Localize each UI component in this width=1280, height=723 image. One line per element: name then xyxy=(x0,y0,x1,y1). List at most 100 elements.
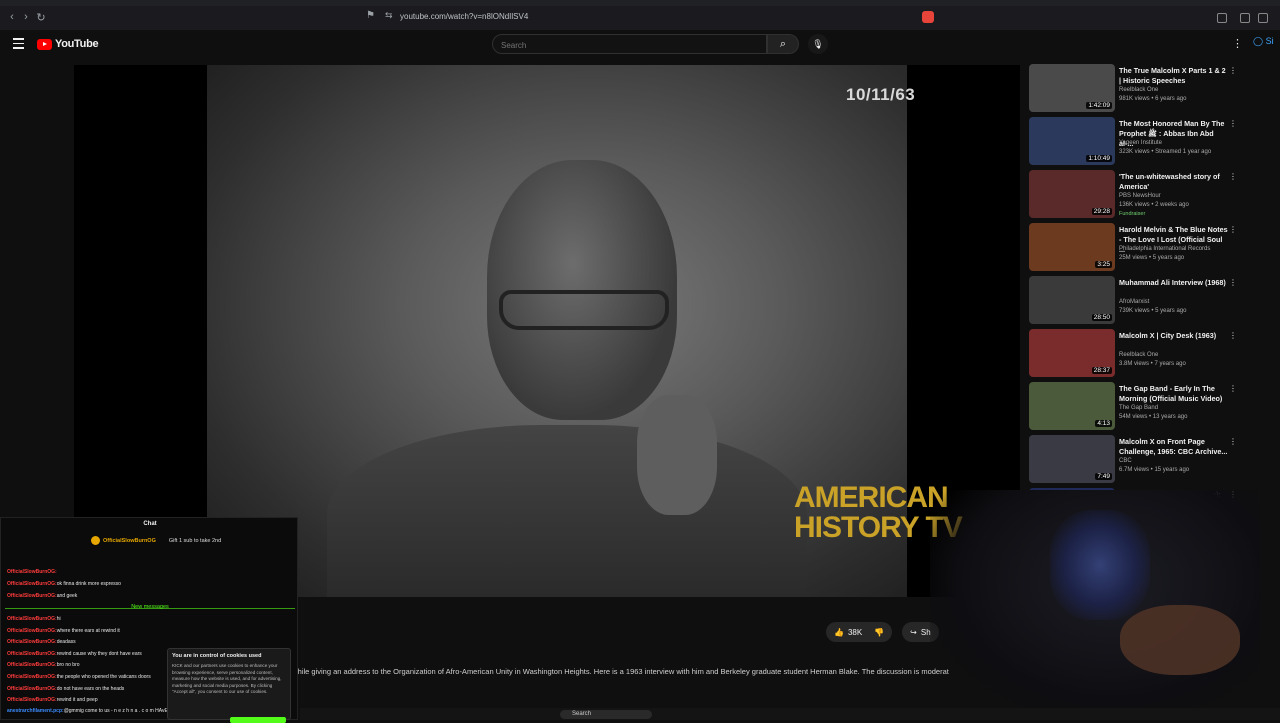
chat-username[interactable]: OfficialSlowBurnOG: xyxy=(7,569,57,575)
more-options-icon[interactable]: ⋮ xyxy=(1229,384,1237,393)
chat-username[interactable]: OfficialSlowBurnOG: xyxy=(7,581,57,587)
extension-icon[interactable] xyxy=(1217,13,1227,23)
more-options-icon[interactable]: ⋮ xyxy=(1229,119,1237,128)
recommendation-item[interactable]: 7:49 Malcolm X on Front Page Challenge, 1… xyxy=(1029,435,1244,488)
video-description[interactable]: d while giving an address to the Organiz… xyxy=(286,667,949,676)
reload-icon[interactable]: ↻ xyxy=(33,11,49,24)
chat-message: OfficialSlowBurnOG: xyxy=(7,569,57,575)
recommendation-item[interactable]: 29:28 'The un-whitewashed story of Americ… xyxy=(1029,170,1244,223)
new-messages-label[interactable]: New messages xyxy=(1,604,299,610)
video-thumbnail[interactable]: 3:25 xyxy=(1029,223,1115,271)
menu-icon[interactable] xyxy=(13,38,24,52)
more-options-icon[interactable]: ⋮ xyxy=(1229,278,1237,287)
chat-message: OfficialSlowBurnOG:ok finna drink more e… xyxy=(7,581,121,587)
more-options-icon[interactable]: ⋮ xyxy=(1229,66,1237,75)
recommendation-title[interactable]: Muhammad Ali Interview (1968) xyxy=(1119,278,1229,288)
thumbs-down-icon[interactable]: 👎 xyxy=(874,628,884,637)
chat-username[interactable]: OfficialSlowBurnOG: xyxy=(7,593,57,599)
taskbar-search[interactable]: Search xyxy=(560,710,652,719)
chat-username[interactable]: anestrarchfilament.pcp: xyxy=(7,708,64,714)
bookmark-icon[interactable]: ⚑ xyxy=(366,10,375,21)
os-taskbar: Search xyxy=(300,708,1280,720)
search-box[interactable] xyxy=(492,34,767,55)
recommendation-channel[interactable]: Reelblack One xyxy=(1119,87,1158,93)
chat-username[interactable]: OfficialSlowBurnOG: xyxy=(7,662,57,668)
chat-message: OfficialSlowBurnOG:deadass xyxy=(7,639,76,645)
signin-button[interactable]: ◯ Si xyxy=(1253,36,1274,47)
chat-message: anestrarchfilament.pcp:@gmmig come to us… xyxy=(7,708,168,714)
chat-text: ok finna drink more espresso xyxy=(56,581,121,587)
recommendation-item[interactable]: 1:10:49 The Most Honored Man By The Proph… xyxy=(1029,117,1244,170)
chat-text: where there ears at rewind it xyxy=(56,628,120,634)
site-info-icon[interactable]: ⇆ xyxy=(385,10,393,21)
recommendation-title[interactable]: Malcolm X on Front Page Challenge, 1965:… xyxy=(1119,437,1229,457)
chat-username[interactable]: OfficialSlowBurnOG: xyxy=(7,674,57,680)
chat-message: OfficialSlowBurnOG:the people who opened… xyxy=(7,674,151,680)
search-input[interactable] xyxy=(493,36,766,55)
more-options-icon[interactable]: ⋮ xyxy=(1232,37,1243,50)
video-thumbnail[interactable]: 29:28 xyxy=(1029,170,1115,218)
chat-username[interactable]: OfficialSlowBurnOG: xyxy=(7,628,57,634)
recommendation-channel[interactable]: PBS NewsHour xyxy=(1119,193,1161,199)
recommendation-item[interactable]: 3:25 Harold Melvin & The Blue Notes - The… xyxy=(1029,223,1244,276)
thumbs-up-icon: 👍 xyxy=(834,627,844,637)
cookie-body: KICK and our partners use cookies to enh… xyxy=(172,663,282,694)
chat-text: deadass xyxy=(56,639,76,645)
chat-username[interactable]: OfficialSlowBurnOG: xyxy=(7,639,57,645)
more-options-icon[interactable]: ⋮ xyxy=(1229,437,1237,446)
recommendation-meta: 54M views • 13 years ago xyxy=(1119,414,1188,420)
recommendation-channel[interactable]: Reelblack One xyxy=(1119,352,1158,358)
forward-icon[interactable]: › xyxy=(18,11,34,23)
more-options-icon[interactable]: ⋮ xyxy=(1229,331,1237,340)
recommendation-item[interactable]: 4:13 The Gap Band - Early In The Morning … xyxy=(1029,382,1244,435)
recommendation-channel[interactable]: Yaqeen Institute xyxy=(1119,140,1162,146)
mic-icon[interactable]: 🎙 xyxy=(808,34,828,54)
recommendation-channel[interactable]: Philadelphia International Records xyxy=(1119,246,1210,252)
recommendation-title[interactable]: The True Malcolm X Parts 1 & 2 | Histori… xyxy=(1119,66,1229,86)
video-thumbnail[interactable]: 28:37 xyxy=(1029,329,1115,377)
recommendation-channel[interactable]: CBC xyxy=(1119,458,1132,464)
brave-shield-icon[interactable] xyxy=(922,11,934,23)
chat-username[interactable]: OfficialSlowBurnOG: xyxy=(7,651,57,657)
video-thumbnail[interactable]: 1:42:09 xyxy=(1029,64,1115,112)
video-thumbnail[interactable]: 1:10:49 xyxy=(1029,117,1115,165)
chat-text: @gmmig come to us - n e z h n a . c o m … xyxy=(63,708,168,714)
recommendation-meta: 6.7M views • 15 years ago xyxy=(1119,467,1190,473)
video-thumbnail[interactable]: 4:13 xyxy=(1029,382,1115,430)
accept-cookies-button[interactable] xyxy=(230,717,286,723)
chat-title: Chat xyxy=(143,521,157,527)
youtube-play-icon xyxy=(37,38,52,50)
search-icon[interactable]: ⌕ xyxy=(767,34,799,54)
more-options-icon[interactable]: ⋮ xyxy=(1229,225,1237,234)
recommendation-title[interactable]: Malcolm X | City Desk (1963) xyxy=(1119,331,1229,341)
chat-username[interactable]: OfficialSlowBurnOG: xyxy=(7,697,57,703)
recommendation-title[interactable]: 'The un-whitewashed story of America' xyxy=(1119,172,1229,192)
media-icon[interactable] xyxy=(1240,13,1250,23)
gift-coin-icon xyxy=(91,536,100,545)
video-thumbnail[interactable]: 28:50 xyxy=(1029,276,1115,324)
duration-badge: 3:25 xyxy=(1095,261,1112,268)
recommendation-meta: 136K views • 2 weeks ago xyxy=(1119,202,1189,208)
video-thumbnail[interactable]: 7:49 xyxy=(1029,435,1115,483)
like-button[interactable]: 👍 38K 👎 xyxy=(826,622,893,642)
pinned-message: OfficialSlowBurnOG Gift 1 sub to take 2n… xyxy=(91,536,221,545)
recommendation-item[interactable]: 1:42:09 The True Malcolm X Parts 1 & 2 | … xyxy=(1029,64,1244,117)
chat-message: OfficialSlowBurnOG:do not have ears on t… xyxy=(7,686,124,692)
share-icon: ↪ xyxy=(910,627,917,637)
more-options-icon[interactable]: ⋮ xyxy=(1229,172,1237,181)
chat-username[interactable]: OfficialSlowBurnOG: xyxy=(7,616,57,622)
recommendation-channel[interactable]: The Gap Band xyxy=(1119,405,1158,411)
chat-message: OfficialSlowBurnOG:rewind it and peep xyxy=(7,697,98,703)
recommendation-channel[interactable]: AfroMarxist xyxy=(1119,299,1149,305)
sidebar-toggle-icon[interactable] xyxy=(1258,13,1268,23)
duration-badge: 28:50 xyxy=(1091,314,1112,321)
chat-text: rewind cause why they dont have ears xyxy=(56,651,142,657)
recommendation-item[interactable]: 28:37 Malcolm X | City Desk (1963) Reelbla… xyxy=(1029,329,1244,382)
youtube-logo[interactable]: YouTube xyxy=(37,38,99,50)
recommendation-item[interactable]: 28:50 Muhammad Ali Interview (1968) AfroMa… xyxy=(1029,276,1244,329)
chat-username[interactable]: OfficialSlowBurnOG: xyxy=(7,686,57,692)
url-field[interactable]: youtube.com/watch?v=n8lONdIlSV4 xyxy=(400,12,528,21)
video-figure-hand xyxy=(637,395,717,515)
recommendation-title[interactable]: The Gap Band - Early In The Morning (Off… xyxy=(1119,384,1229,404)
streamer-hand xyxy=(1120,605,1240,675)
